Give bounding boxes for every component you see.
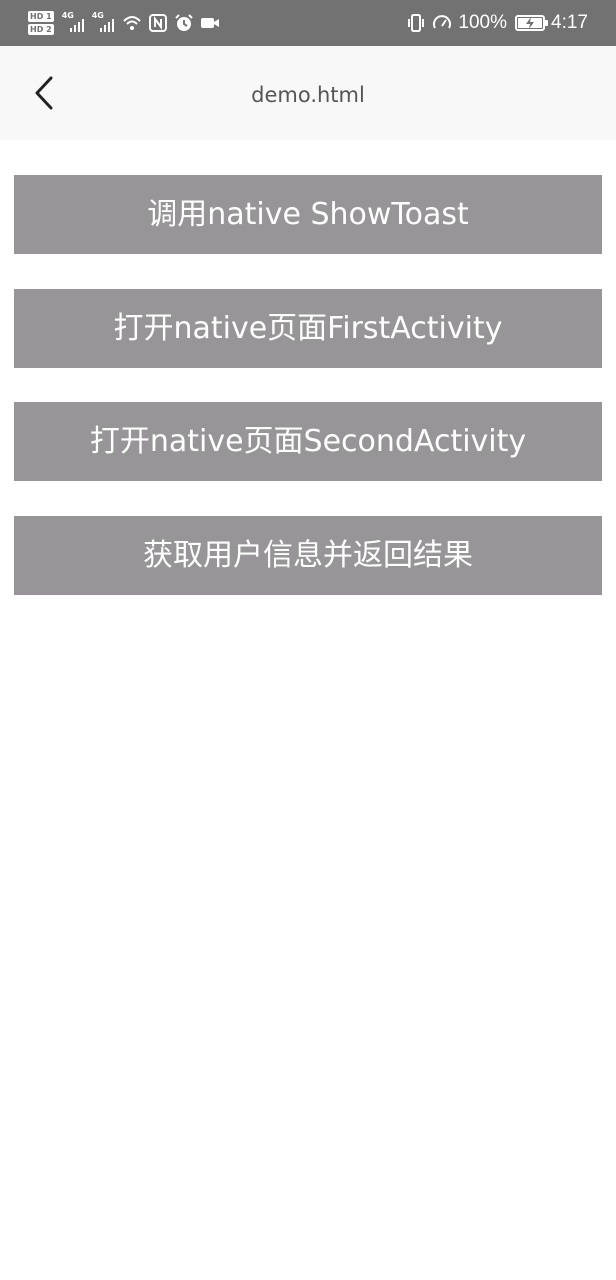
alarm-icon [174,14,193,31]
status-bar-left: HD 1 HD 2 4G 4G [28,6,220,40]
signal-icon: 4G [62,12,86,34]
status-bar: HD 1 HD 2 4G 4G 100% 4:17 [0,0,616,46]
open-first-activity-button[interactable]: 打开native页面FirstActivity [14,289,602,368]
back-button[interactable] [22,68,66,118]
battery-icon [515,15,549,31]
get-user-info-button[interactable]: 获取用户信息并返回结果 [14,516,602,595]
vibrate-icon [408,14,425,32]
page-title: demo.html [251,83,365,107]
wifi-icon [122,16,141,30]
hd-badges: HD 1 HD 2 [28,11,54,35]
status-time: 4:17 [551,12,588,33]
open-second-activity-button[interactable]: 打开native页面SecondActivity [14,402,602,481]
hd-icon: HD 2 [28,24,54,35]
battery-percent: 100% [458,12,508,33]
charging-bolt-icon [526,17,535,29]
show-toast-button[interactable]: 调用native ShowToast [14,175,602,254]
nfc-icon [148,14,167,32]
nav-bar: demo.html [0,46,616,140]
status-bar-right: 100% 4:17 [406,6,588,40]
hd-icon: HD 1 [28,11,54,22]
speedometer-icon [433,15,452,29]
signal-icon: 4G [92,12,116,34]
chevron-left-icon [35,76,53,110]
video-icon [200,18,219,28]
